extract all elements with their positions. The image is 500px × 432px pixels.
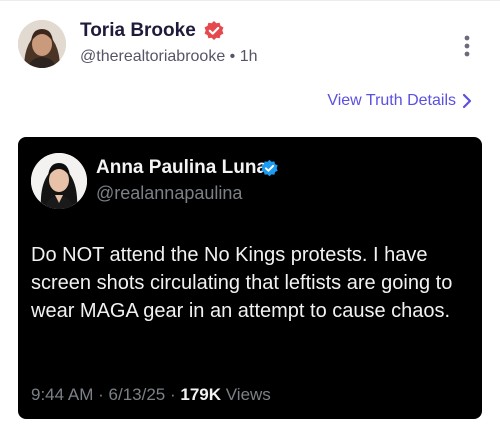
tweet-author-handle: @realannapaulina [96, 183, 243, 203]
verified-badge-icon [260, 159, 279, 178]
embedded-tweet-card[interactable]: Anna Paulina Luna @realannapaulina Do NO… [18, 137, 482, 419]
verified-badge-icon [203, 20, 225, 42]
view-truth-details-link[interactable]: View Truth Details [327, 92, 472, 110]
tweet-time: 9:44 AM [31, 385, 94, 404]
chevron-right-icon [462, 93, 472, 109]
tweet-text: Do NOT attend the No Kings protests. I h… [31, 244, 453, 322]
footer-separator: · [169, 385, 176, 404]
vertical-ellipsis-icon [464, 35, 470, 57]
author-name[interactable]: Toria Brooke [80, 20, 196, 42]
post-time: 1h [239, 48, 258, 65]
tweet-author-avatar [31, 153, 87, 209]
views-label: Views [225, 385, 271, 404]
author-handle[interactable]: @therealtoriabrooke [80, 48, 225, 65]
author-meta: @therealtoriabrooke • 1h [80, 48, 258, 66]
tweet-date: 6/13/25 [108, 385, 166, 404]
meta-separator: • [229, 48, 236, 65]
footer-separator: · [98, 385, 104, 404]
tweet-author-name: Anna Paulina Luna [96, 157, 268, 178]
top-divider [0, 0, 500, 1]
views-count: 179K [180, 385, 222, 404]
tweet-footer: 9:44 AM · 6/13/25 · 179K Views [31, 385, 271, 405]
post-header: Toria Brooke @therealtoriabrooke • 1h [18, 16, 482, 72]
more-options-button[interactable] [458, 34, 476, 58]
view-details-label: View Truth Details [327, 92, 456, 109]
author-avatar[interactable] [18, 20, 66, 68]
